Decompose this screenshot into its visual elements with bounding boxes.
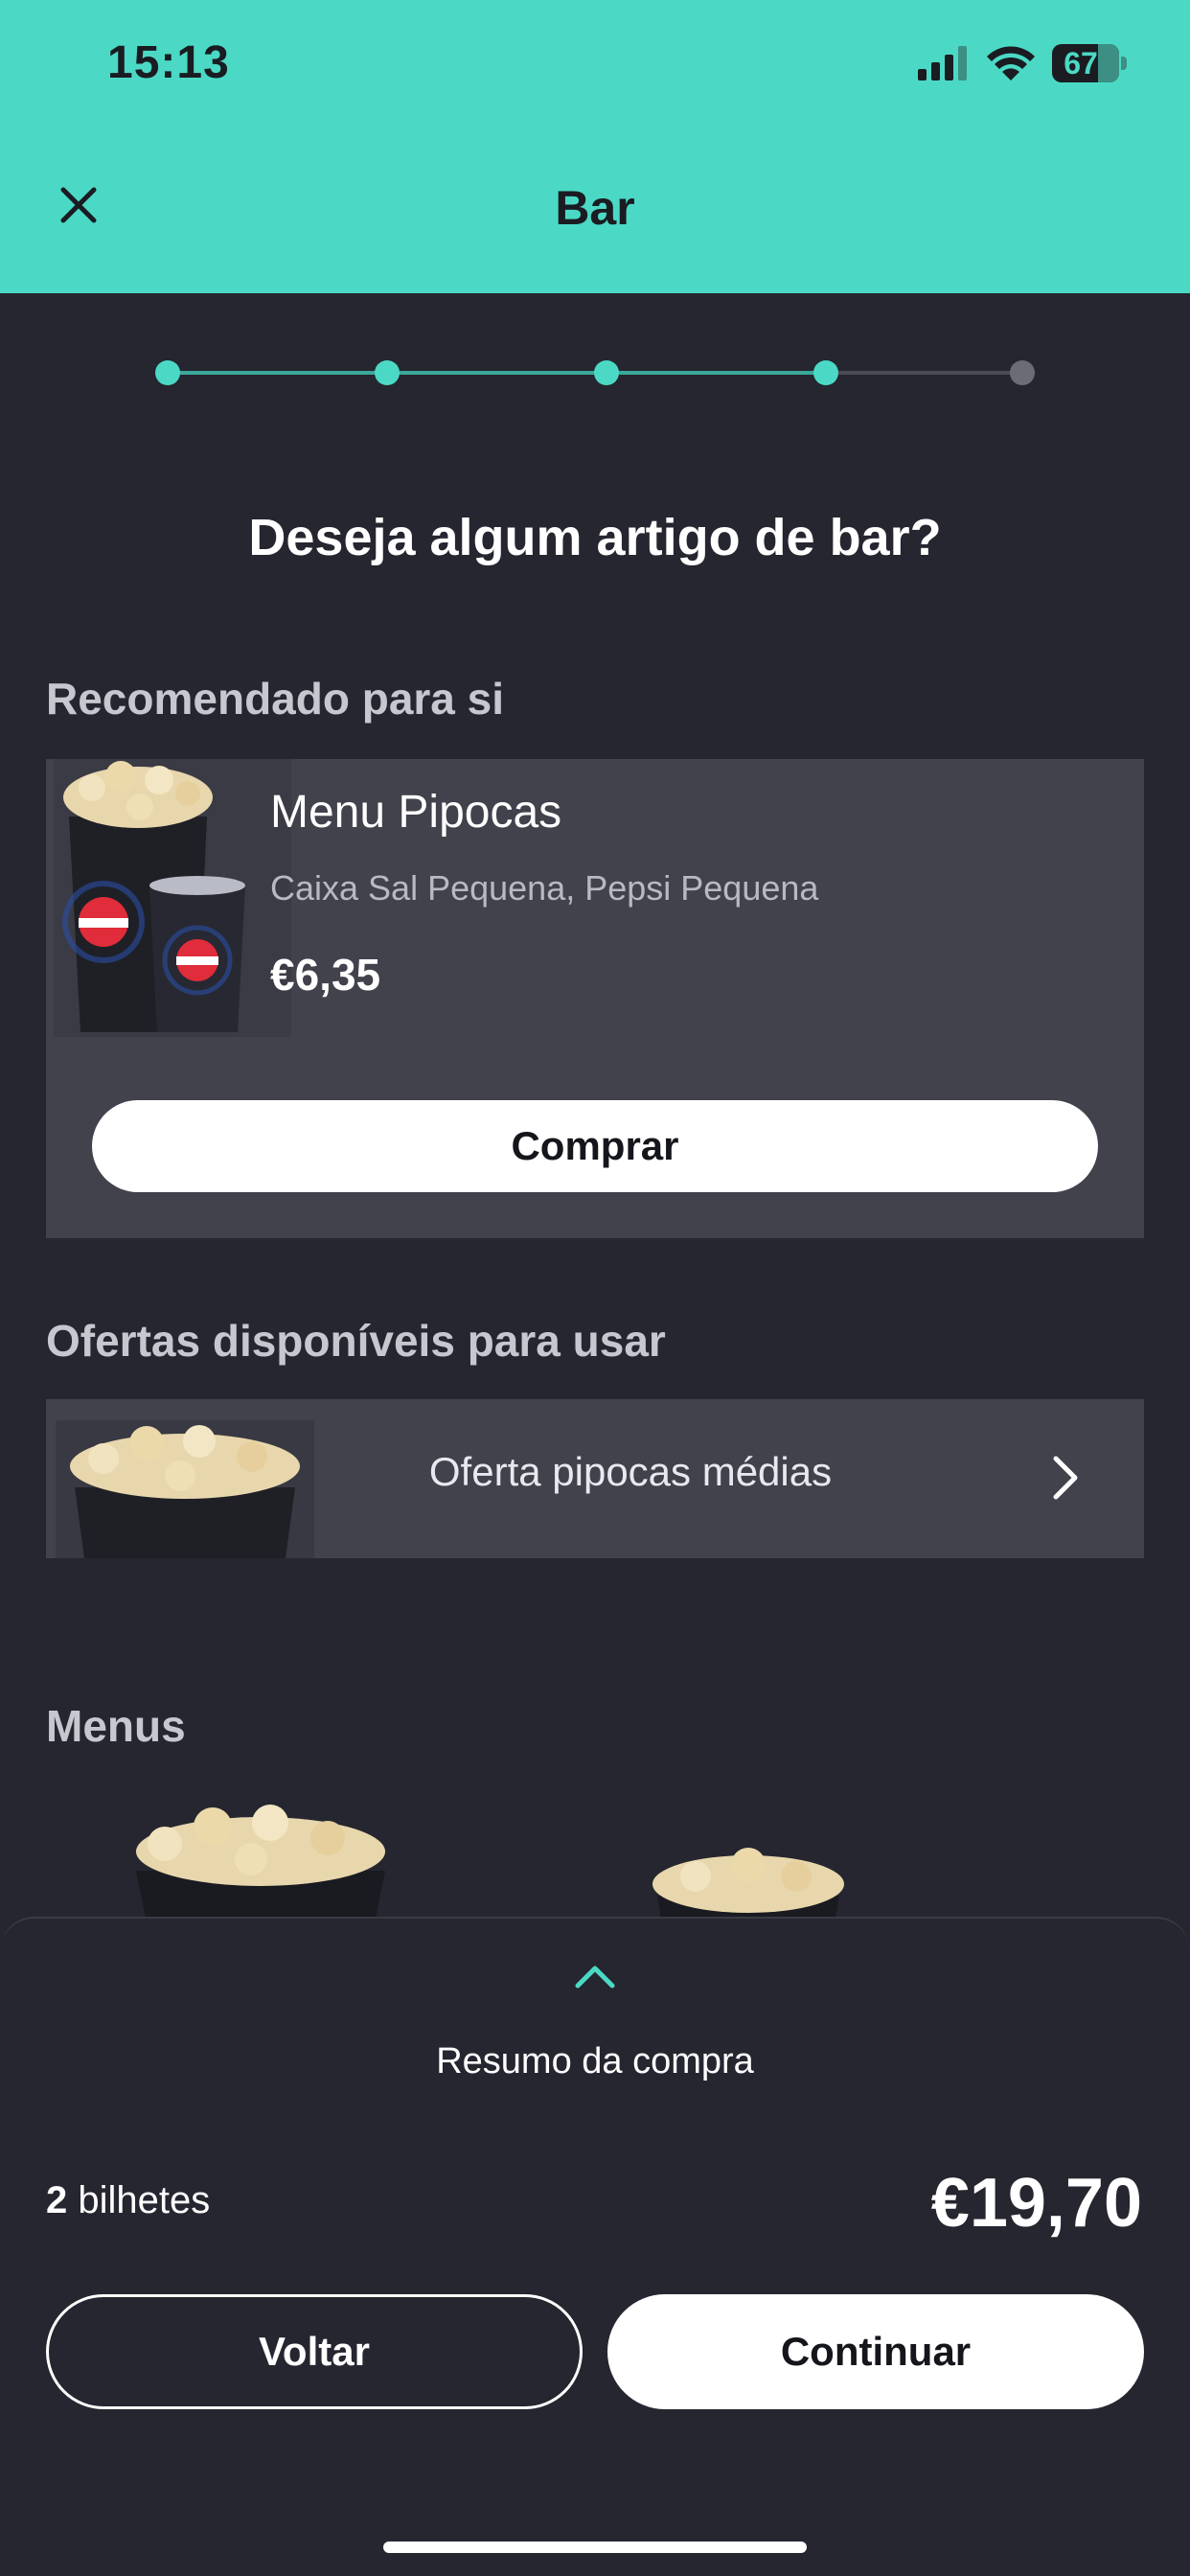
summary-label[interactable]: Resumo da compra — [0, 2041, 1190, 2082]
product-name: Menu Pipocas — [270, 787, 562, 838]
progress-stepper — [155, 360, 1035, 385]
purchase-summary-sheet: Resumo da compra 2 bilhetes €19,70 Volta… — [0, 1917, 1190, 2576]
tickets-number: 2 — [46, 2179, 68, 2221]
offer-popcorn-image — [56, 1420, 314, 1558]
back-button[interactable]: Voltar — [46, 2294, 583, 2409]
chevron-up-icon[interactable] — [572, 1961, 618, 1991]
recommended-card: Menu Pipocas Caixa Sal Pequena, Pepsi Pe… — [46, 759, 1144, 1238]
offer-card[interactable]: Oferta pipocas médias — [46, 1399, 1144, 1558]
tickets-count: 2 bilhetes — [46, 2179, 210, 2222]
total-price: €19,70 — [930, 2165, 1142, 2242]
page-title: Bar — [555, 181, 635, 235]
menu-item-1-image[interactable] — [107, 1784, 414, 1919]
wifi-icon — [987, 46, 1035, 80]
stepper-line-completed — [168, 371, 826, 375]
step-5-dot — [1010, 360, 1035, 385]
offer-label: Oferta pipocas médias — [428, 1449, 833, 1494]
home-indicator — [383, 2542, 807, 2553]
bar-question: Deseja algum artigo de bar? — [248, 509, 942, 566]
recommended-section-title: Recomendado para si — [46, 674, 505, 724]
battery-icon: 67 — [1052, 44, 1129, 82]
product-price: €6,35 — [270, 950, 381, 1000]
tickets-label: bilhetes — [67, 2179, 211, 2221]
step-4-dot — [813, 360, 838, 385]
menu-pipocas-image — [54, 759, 291, 1037]
stepper-line-remaining — [826, 371, 1035, 375]
battery-level: 67 — [1064, 46, 1098, 80]
status-time: 15:13 — [107, 37, 230, 88]
offers-section-title: Ofertas disponíveis para usar — [46, 1316, 666, 1366]
menu-item-2-image[interactable] — [638, 1838, 858, 1924]
menus-section-title: Menus — [46, 1701, 186, 1751]
app-header: 15:13 67 Bar — [0, 0, 1190, 293]
buy-button[interactable]: Comprar — [92, 1100, 1098, 1192]
continue-button[interactable]: Continuar — [607, 2294, 1144, 2409]
step-3-dot — [594, 360, 619, 385]
step-2-dot — [375, 360, 400, 385]
step-1-dot — [155, 360, 180, 385]
chevron-right-icon — [1053, 1456, 1078, 1500]
product-description: Caixa Sal Pequena, Pepsi Pequena — [270, 868, 819, 908]
cellular-signal-icon — [918, 46, 967, 80]
